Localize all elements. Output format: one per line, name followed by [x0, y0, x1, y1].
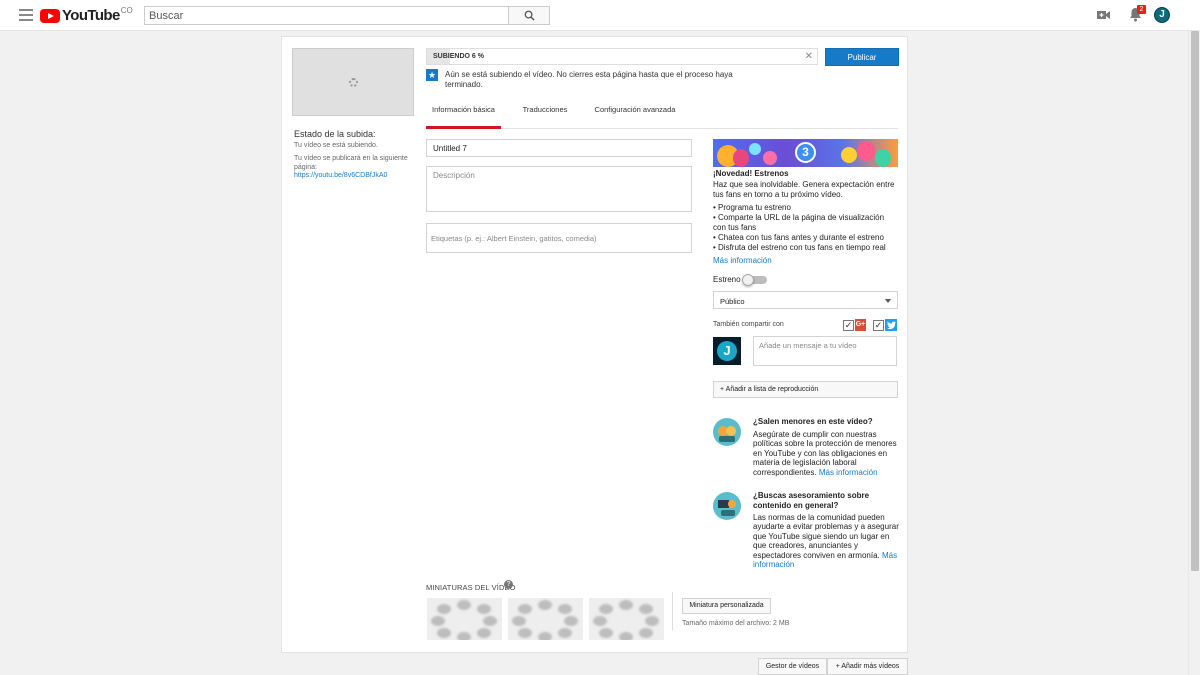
- video-manager-button[interactable]: Gestor de vídeos: [758, 658, 827, 675]
- scroll-thumb[interactable]: [1191, 31, 1199, 571]
- community-illustration-icon: [713, 492, 741, 520]
- list-item: • Programa tu estreno: [713, 203, 791, 212]
- publish-button[interactable]: Publicar: [825, 48, 899, 66]
- twitter-share-checkbox[interactable]: ✓: [873, 320, 884, 331]
- help-icon[interactable]: ?: [504, 580, 513, 589]
- notification-badge: 2: [1137, 5, 1146, 14]
- twitter-icon: [885, 319, 897, 331]
- video-preview: [292, 48, 414, 116]
- close-icon[interactable]: ✕: [805, 51, 813, 62]
- loading-spinner-icon: [349, 78, 358, 87]
- add-to-playlist-button[interactable]: + Añadir a lista de reproducción: [713, 381, 898, 398]
- community-text-body: Las normas de la comunidad pueden ayudar…: [753, 513, 899, 560]
- list-item: • Chatea con tus fans antes y durante el…: [713, 233, 884, 242]
- star-icon: ★: [426, 69, 438, 81]
- list-item: • Comparte la URL de la página de visual…: [713, 213, 885, 232]
- publish-page-text: Tu vídeo se publicará en la siguiente pá…: [294, 155, 408, 171]
- thumbnail-option[interactable]: [427, 598, 502, 640]
- channel-avatar: J: [713, 337, 741, 365]
- premiere-description: Haz que sea inolvidable. Genera expectac…: [713, 180, 895, 199]
- community-title: ¿Buscas asesoramiento sobre contenido en…: [753, 491, 870, 510]
- upload-status-text: Tu vídeo se está subiendo.: [294, 142, 378, 149]
- premiere-title: ¡Novedad! Estrenos: [713, 169, 789, 178]
- premiere-number: 3: [795, 142, 816, 163]
- share-message-field[interactable]: [753, 336, 897, 366]
- progress-label: SUBIENDO 6 %: [433, 53, 484, 60]
- google-plus-icon: G+: [855, 319, 866, 331]
- channel-avatar-letter: J: [717, 341, 737, 361]
- video-url-link[interactable]: https://youtu.be/8v6CDBfJkA0: [294, 172, 387, 179]
- youtube-logo[interactable]: YouTube CO: [40, 7, 133, 25]
- search-icon: [524, 10, 535, 21]
- divider: [672, 592, 673, 630]
- premiere-banner: 3: [713, 139, 898, 167]
- chevron-down-icon: [885, 299, 891, 303]
- thumbnails-label: MINIATURAS DEL VÍDEO: [426, 583, 516, 592]
- gplus-share-checkbox[interactable]: ✓: [843, 320, 854, 331]
- video-camera-icon[interactable]: [1097, 10, 1110, 20]
- community-text: Las normas de la comunidad pueden ayudar…: [753, 513, 899, 569]
- search-input[interactable]: [144, 6, 509, 25]
- tab-advanced-settings[interactable]: Configuración avanzada: [588, 100, 682, 129]
- logo-country: CO: [120, 6, 133, 15]
- tags-field[interactable]: [426, 223, 692, 253]
- privacy-select[interactable]: Público: [713, 291, 898, 309]
- menu-icon[interactable]: [19, 9, 33, 21]
- premiere-toggle-label: Estreno: [713, 275, 741, 284]
- toggle-knob: [742, 274, 754, 286]
- share-label: También compartir con: [713, 321, 784, 328]
- thumbnail-option[interactable]: [589, 598, 664, 640]
- title-field[interactable]: [426, 139, 692, 157]
- search-button[interactable]: [509, 6, 550, 25]
- premiere-bullet-list: • Programa tu estreno • Comparte la URL …: [713, 203, 899, 253]
- upload-card: Estado de la subida: Tu vídeo se está su…: [281, 36, 908, 653]
- list-item: • Disfruta del estreno con tus fans en t…: [713, 243, 886, 252]
- avatar[interactable]: J: [1154, 7, 1170, 23]
- tab-basic-info[interactable]: Información básica: [426, 100, 501, 129]
- tab-translations[interactable]: Traducciones: [511, 100, 579, 129]
- add-more-videos-button[interactable]: + Añadir más vídeos: [827, 658, 908, 675]
- description-field[interactable]: [426, 166, 692, 212]
- youtube-play-icon: [40, 9, 60, 23]
- custom-thumbnail-button[interactable]: Miniatura personalizada: [682, 598, 771, 614]
- top-bar: YouTube CO 2 J: [0, 0, 1200, 31]
- logo-text: YouTube: [62, 7, 120, 24]
- upload-progress-bar: SUBIENDO 6 % ✕: [426, 48, 818, 65]
- kids-title: ¿Salen menores en este vídeo?: [753, 417, 873, 426]
- upload-warning-message: Aún se está subiendo el vídeo. No cierre…: [445, 70, 733, 89]
- kids-more-info-link[interactable]: Más información: [819, 468, 878, 477]
- kids-text: Asegúrate de cumplir con nuestras políti…: [753, 430, 899, 477]
- page-scrollbar[interactable]: [1188, 31, 1200, 675]
- kids-illustration-icon: [713, 418, 741, 446]
- privacy-selected-value: Público: [720, 297, 745, 306]
- thumbnail-size-note: Tamaño máximo del archivo: 2 MB: [682, 620, 790, 627]
- premiere-toggle[interactable]: [742, 274, 767, 286]
- premiere-more-info-link[interactable]: Más información: [713, 256, 772, 265]
- upload-status-title: Estado de la subida:: [294, 129, 376, 139]
- thumbnail-option[interactable]: [508, 598, 583, 640]
- tab-bar: Información básica Traducciones Configur…: [426, 100, 898, 129]
